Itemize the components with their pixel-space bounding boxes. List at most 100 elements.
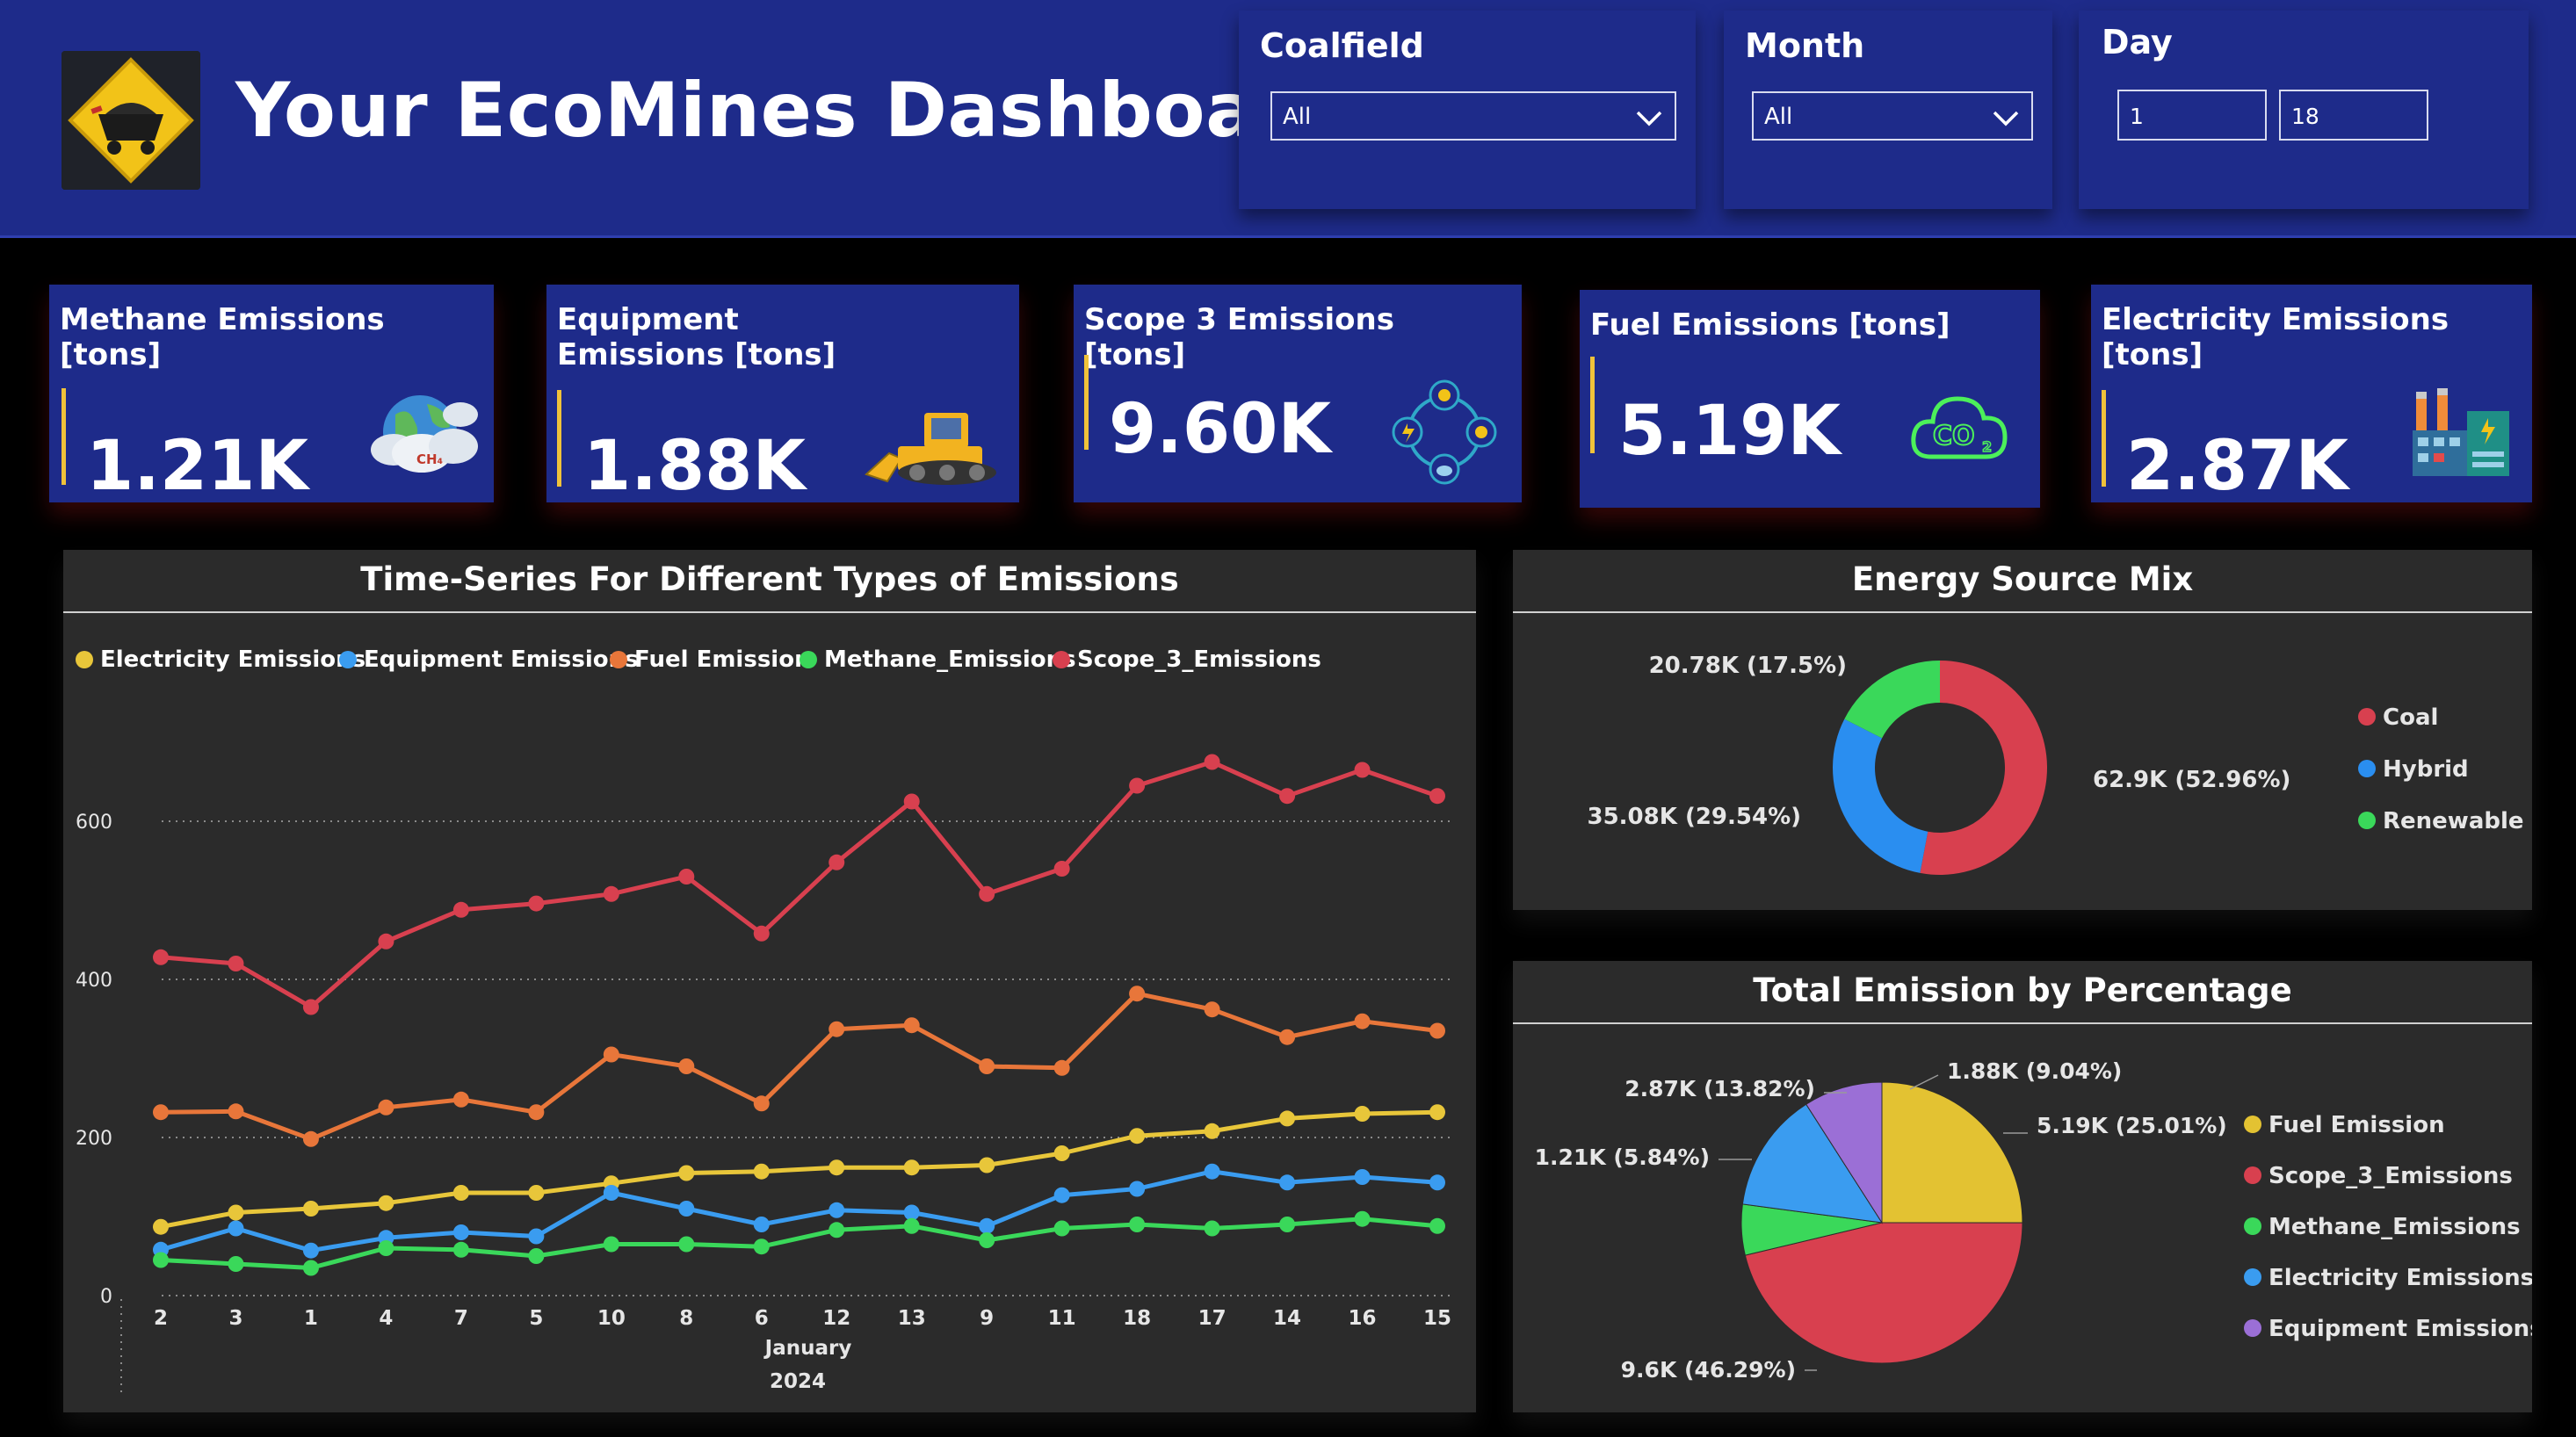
slice-data-label: 9.6K (46.29%): [1621, 1357, 1796, 1383]
data-point: [1129, 777, 1146, 794]
co2-cloud-icon: CO 2: [1911, 396, 2008, 459]
data-point: [1204, 1123, 1220, 1139]
card-title: Methane Emissions [tons]: [60, 302, 385, 372]
slice-data-label: 62.9K (52.96%): [2093, 767, 2290, 793]
legend-label: Coal: [2383, 704, 2438, 731]
data-point: [302, 1201, 319, 1217]
legend-label: Fuel Emission: [2268, 1112, 2445, 1138]
data-point: [753, 925, 770, 942]
data-point: [1129, 1217, 1146, 1232]
data-point: [1279, 1174, 1296, 1191]
data-point: [153, 1252, 169, 1268]
month-selected-value: All: [1764, 104, 1793, 130]
card-value: 5.19K: [1618, 392, 1841, 471]
data-point: [452, 901, 469, 918]
data-point: [1204, 1163, 1220, 1180]
svg-text:2: 2: [1982, 438, 1992, 455]
data-point: [528, 1228, 545, 1245]
x-tick-label: 12: [822, 1307, 850, 1330]
data-point: [1354, 1013, 1371, 1029]
day-from-value: 1: [2130, 104, 2144, 129]
series-line: [160, 1109, 1438, 1230]
day-from-input[interactable]: 1: [2117, 90, 2267, 141]
kpi-card-scope3: Scope 3 Emissions [tons] 9.60K: [1074, 285, 1522, 502]
data-point: [979, 1157, 995, 1173]
data-point: [452, 1224, 469, 1240]
card-title: Electricity Emissions [tons]: [2102, 302, 2449, 372]
x-tick-label: 18: [1123, 1307, 1151, 1330]
month-dropdown[interactable]: All: [1752, 91, 2033, 141]
data-point: [678, 1165, 695, 1181]
x-axis-month-label: January: [763, 1337, 852, 1360]
data-point: [979, 1058, 995, 1074]
data-point: [753, 1163, 770, 1180]
data-point: [153, 1104, 169, 1121]
card-accent-bar: [1084, 355, 1089, 450]
data-point: [753, 1238, 770, 1255]
card-title: Fuel Emissions [tons]: [1590, 307, 1950, 343]
data-point: [829, 1202, 845, 1218]
data-point: [829, 854, 845, 870]
svg-text:CO: CO: [1933, 421, 1975, 451]
legend-dot: [2244, 1268, 2261, 1286]
slice-data-label: 2.87K (13.82%): [1624, 1076, 1815, 1101]
x-tick-label: 1: [304, 1307, 318, 1330]
day-to-input[interactable]: 18: [2279, 90, 2428, 141]
data-point: [903, 1159, 920, 1176]
y-tick-label: 600: [76, 812, 112, 834]
chevron-down-icon: [1993, 111, 2019, 126]
data-point: [603, 885, 619, 902]
x-tick-label: 8: [679, 1307, 693, 1330]
card-value: 9.60K: [1109, 390, 1331, 469]
data-point: [603, 1236, 619, 1253]
legend-dot: [2358, 812, 2376, 829]
data-point: [1053, 861, 1070, 877]
data-point: [302, 1130, 319, 1147]
card-accent-bar: [1590, 357, 1595, 453]
legend-label: Scope_3_Emissions: [2268, 1163, 2513, 1189]
x-tick-label: 14: [1273, 1307, 1301, 1330]
bulldozer-icon: [865, 413, 996, 485]
data-point: [228, 1256, 244, 1272]
data-point: [153, 949, 169, 965]
coalfield-dropdown[interactable]: All: [1270, 91, 1676, 141]
legend-label: Equipment Emissions: [2268, 1316, 2532, 1342]
total-emission-pie-chart: 5.19K (25.01%) 9.6K (46.29%) 1.21K (5.84%)…: [1535, 1058, 2532, 1383]
data-point: [603, 1046, 619, 1063]
data-point: [378, 1099, 394, 1116]
data-point: [1279, 1110, 1296, 1127]
kpi-card-equipment: Equipment Emissions [tons] 1.88K: [546, 285, 1019, 502]
y-tick-label: 0: [100, 1286, 112, 1308]
data-point: [1354, 1210, 1371, 1227]
data-point: [979, 1217, 995, 1234]
energy-mix-panel: Energy Source Mix 62.9K (52.96%) 35.08K (…: [1513, 550, 2532, 910]
data-point: [1129, 1181, 1146, 1197]
data-point: [378, 933, 394, 950]
donut-slice: [1833, 718, 1928, 873]
data-point: [678, 1058, 695, 1074]
data-point: [1279, 788, 1296, 805]
x-tick-label: 5: [529, 1307, 543, 1330]
page-title: Your EcoMines Dashboard: [235, 67, 1350, 155]
card-accent-bar: [62, 388, 66, 485]
data-point: [1204, 1001, 1220, 1018]
data-point: [1129, 986, 1146, 1002]
x-tick-label: 2: [154, 1307, 168, 1330]
kpi-card-fuel: Fuel Emissions [tons] 5.19K CO 2: [1580, 290, 2040, 508]
supply-chain-cycle-icon: [1392, 379, 1497, 485]
legend-dot: [2244, 1166, 2261, 1184]
x-axis-year-label: 2024: [770, 1370, 826, 1393]
data-point: [1279, 1029, 1296, 1045]
data-point: [528, 895, 545, 912]
legend-dot: [2244, 1319, 2261, 1337]
card-accent-bar: [557, 390, 561, 487]
x-tick-label: 16: [1349, 1307, 1377, 1330]
data-point: [678, 1236, 695, 1253]
data-point: [903, 793, 920, 810]
legend-dot: [2358, 760, 2376, 777]
data-point: [1429, 1104, 1445, 1121]
leader-line: [1909, 1074, 1939, 1090]
timeseries-panel: Time-Series For Different Types of Emiss…: [63, 550, 1476, 1412]
coalfield-label: Coalfield: [1260, 26, 1424, 65]
data-point: [528, 1104, 545, 1121]
